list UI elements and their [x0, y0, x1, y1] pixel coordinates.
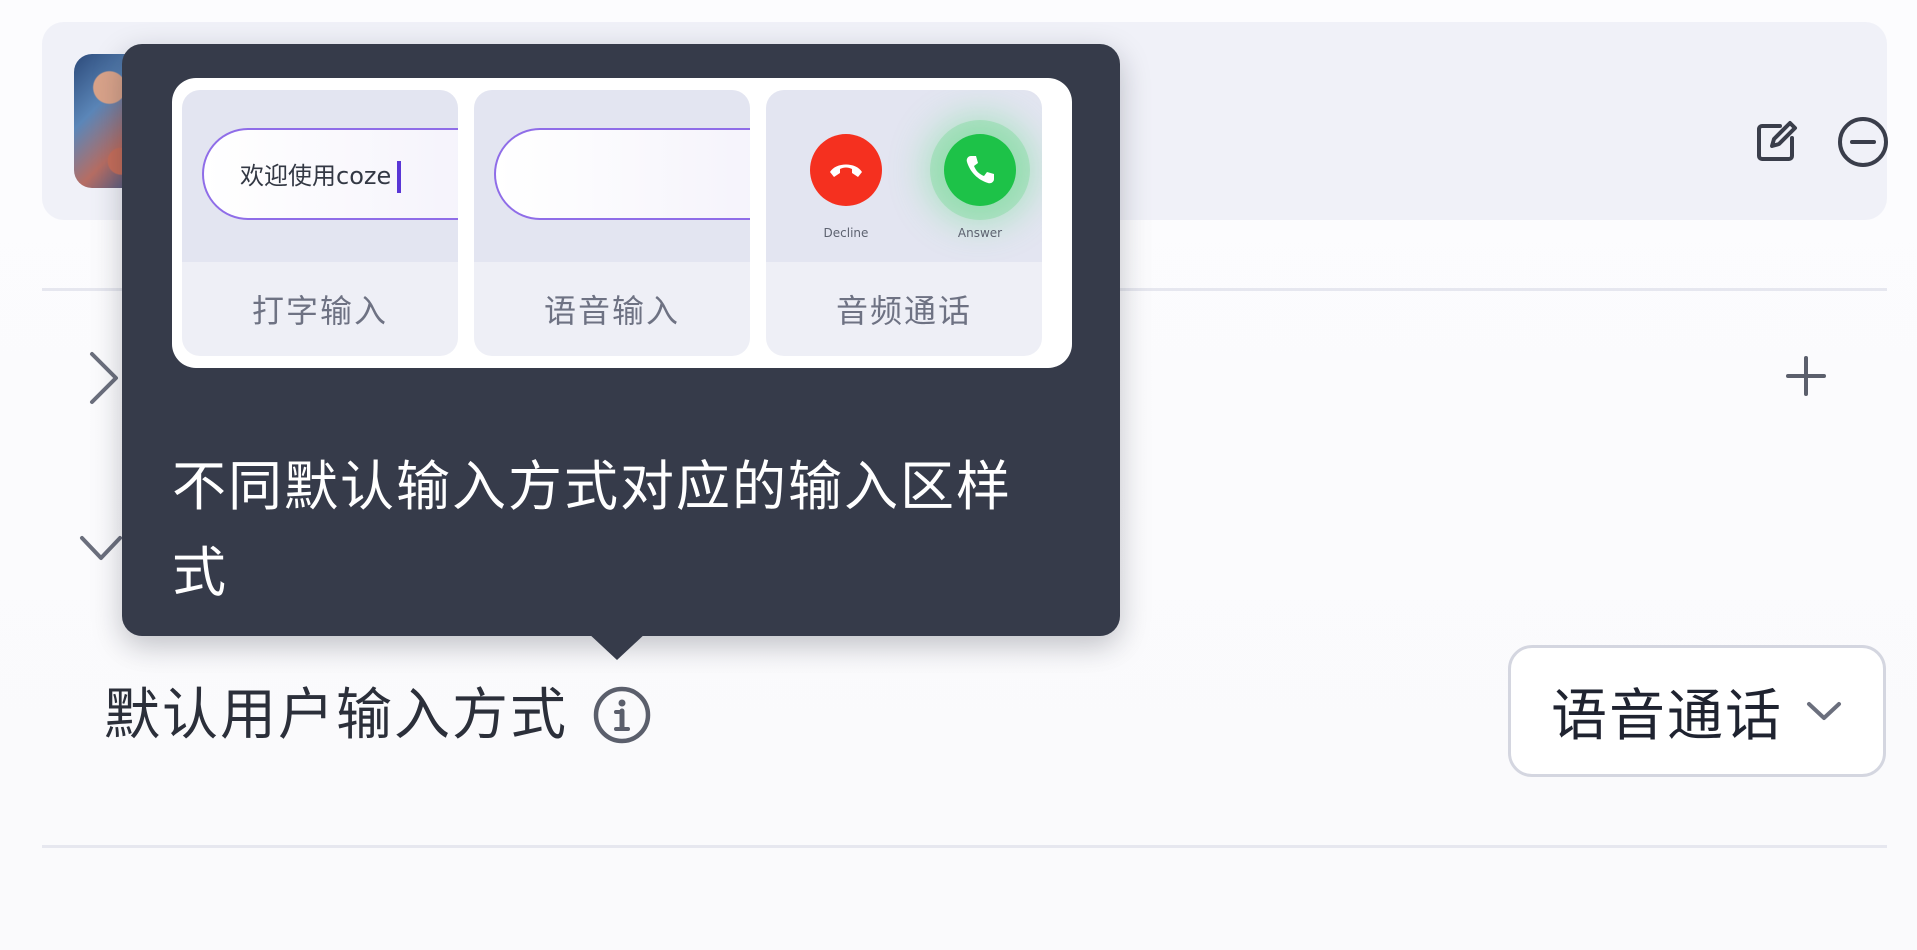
- chevron-down-icon: [1807, 702, 1841, 720]
- audio-call-preview-image: Decline Answer: [766, 90, 1042, 262]
- decline-caption: Decline: [823, 226, 869, 240]
- typing-label: 打字输入: [251, 292, 388, 330]
- preview-audio-call: Decline Answer 音频通话: [766, 90, 1042, 356]
- typing-preview-image: 欢迎使用coze: [182, 90, 458, 262]
- section-divider: [42, 845, 1887, 848]
- remove-circle-icon[interactable]: [1836, 115, 1890, 169]
- tooltip-description: 不同默认输入方式对应的输入区样式: [172, 455, 1012, 604]
- decline-call-icon: [810, 134, 882, 206]
- voice-preview-image: [474, 90, 750, 262]
- typing-sample-text: 欢迎使用coze: [240, 162, 392, 190]
- tooltip-arrow: [587, 632, 647, 660]
- chevron-right-icon[interactable]: [84, 348, 124, 408]
- preview-panel: 欢迎使用coze 打字输入 语音输入 Decline Answer 音频通话: [172, 78, 1072, 368]
- default-input-select[interactable]: 语音通话: [1508, 645, 1886, 777]
- info-icon[interactable]: [590, 683, 654, 747]
- edit-icon[interactable]: [1749, 115, 1803, 169]
- voice-label: 语音输入: [543, 292, 680, 330]
- default-input-label: 默认用户输入方式: [104, 683, 568, 748]
- plus-icon[interactable]: [1782, 352, 1830, 400]
- select-value: 语音通话: [1551, 683, 1783, 749]
- preview-voice: 语音输入: [474, 90, 750, 356]
- preview-typing: 欢迎使用coze 打字输入: [182, 90, 458, 356]
- typing-input-pill: 欢迎使用coze: [202, 128, 458, 220]
- input-mode-tooltip: 欢迎使用coze 打字输入 语音输入 Decline Answer 音频通话 不…: [122, 44, 1120, 636]
- waveform-icon: [530, 156, 744, 192]
- chevron-down-icon[interactable]: [76, 528, 126, 568]
- audio-call-label: 音频通话: [835, 292, 972, 330]
- voice-input-pill: [494, 128, 750, 220]
- answer-call-icon: [944, 134, 1016, 206]
- answer-caption: Answer: [957, 226, 1003, 240]
- page: 默认用户输入方式 语音通话 欢迎使用coze 打字输入 语音输入 Decline…: [0, 0, 1917, 950]
- text-caret: [397, 161, 402, 193]
